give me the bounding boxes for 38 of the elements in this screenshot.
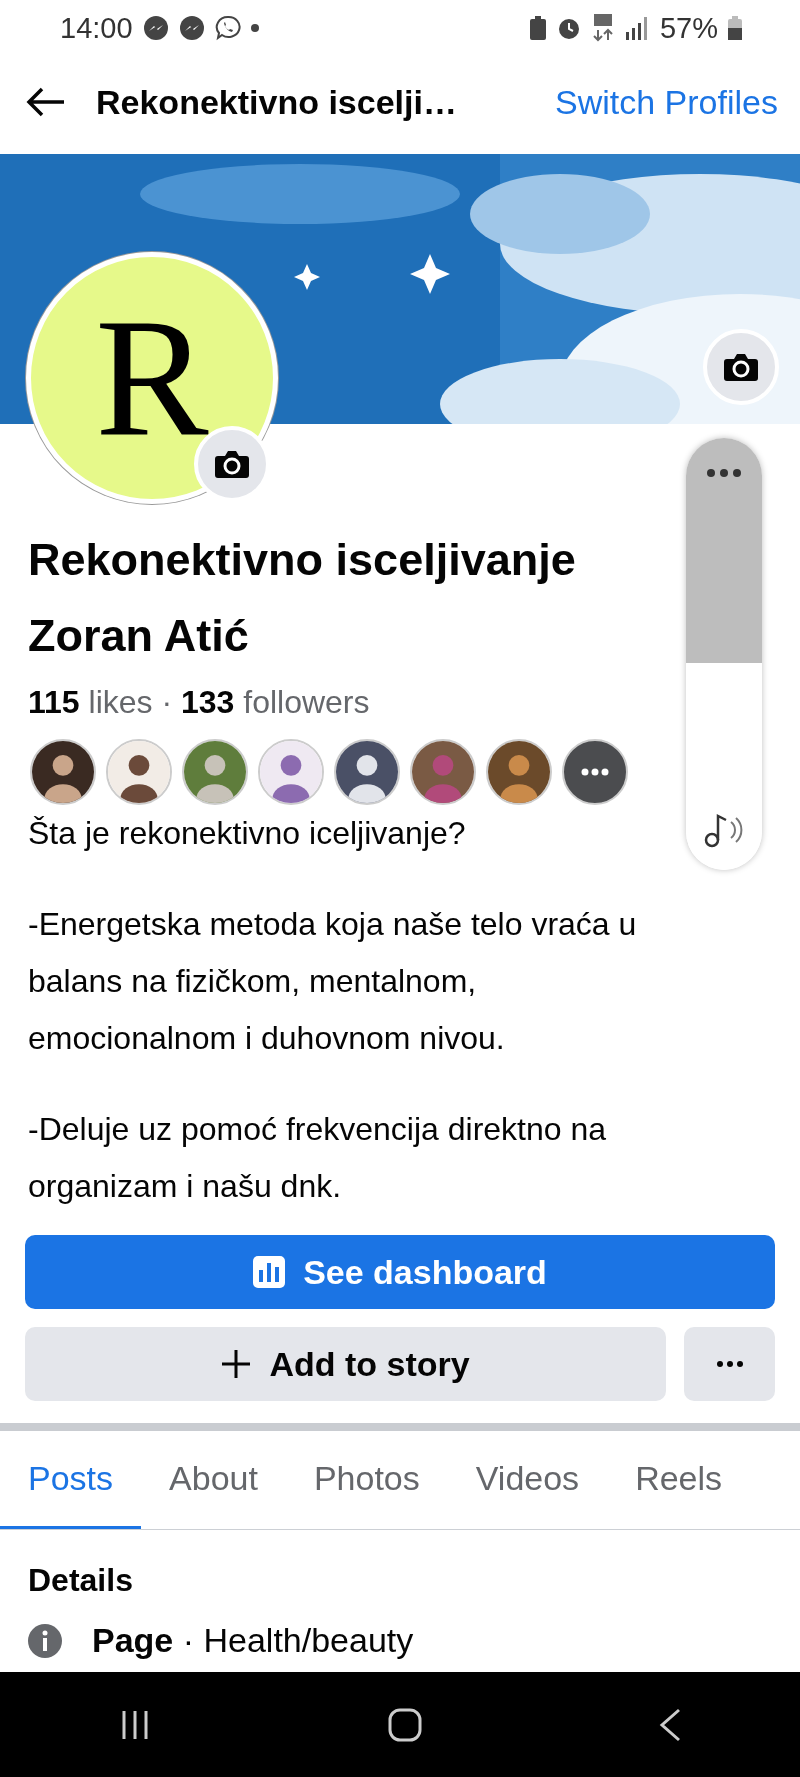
network-icon <box>591 14 614 42</box>
camera-icon <box>215 450 249 478</box>
camera-icon <box>724 353 758 381</box>
home-icon[interactable] <box>388 1707 422 1742</box>
signal-icon <box>623 16 650 40</box>
music-note-icon <box>704 812 744 848</box>
volume-options-button[interactable] <box>686 438 762 508</box>
see-dashboard-button[interactable]: See dashboard <box>25 1235 775 1309</box>
description-paragraph: -Energetska metoda koja naše telo vraća u balans na fizičkom, mentalnom, emocionalnom i duhovnom nivou. <box>28 905 638 1058</box>
description-paragraph: Šta je rekonektivno iceljivanje? <box>28 814 467 853</box>
back-icon[interactable] <box>659 1707 682 1742</box>
dot-icon <box>250 24 259 32</box>
battery-icon <box>728 16 742 40</box>
switch-profiles-link[interactable]: Switch Profiles <box>555 82 778 122</box>
phone-bubble-icon <box>214 15 241 41</box>
bar-chart-icon <box>253 1256 286 1288</box>
info-icon <box>28 1623 62 1658</box>
ellipsis-icon <box>716 1361 743 1367</box>
page-name: Rekonektivno isceljivanje Zoran Atić <box>27 533 577 663</box>
section-heading: Details <box>27 1562 134 1599</box>
battery-saver-icon <box>529 16 546 40</box>
add-to-story-button[interactable]: Add to story <box>25 1327 667 1401</box>
tab[interactable]: About <box>141 1431 286 1529</box>
plus-icon <box>221 1349 252 1379</box>
clock-time: 14:00 <box>60 11 133 45</box>
tab[interactable]: Photos <box>285 1431 448 1529</box>
back-arrow-icon[interactable] <box>26 87 66 117</box>
music-volume-button[interactable] <box>686 790 762 870</box>
ellipsis-icon <box>581 768 609 776</box>
tab[interactable]: Reels <box>607 1431 751 1529</box>
description-paragraph: -Deluje uz pomoć frekvencija direktno na organizam i našu dnk. <box>28 1110 608 1206</box>
likes-followers-count: 115 likes · 133 followers <box>27 684 371 721</box>
tab[interactable]: Posts <box>0 1431 142 1529</box>
detail-text: Page · Health/beauty <box>92 1621 414 1660</box>
battery-percent: 57% <box>659 11 718 45</box>
ellipsis-icon <box>707 469 741 477</box>
tab[interactable]: Videos <box>447 1431 608 1529</box>
page-title: Rekonektivno iscelji… <box>96 82 458 122</box>
